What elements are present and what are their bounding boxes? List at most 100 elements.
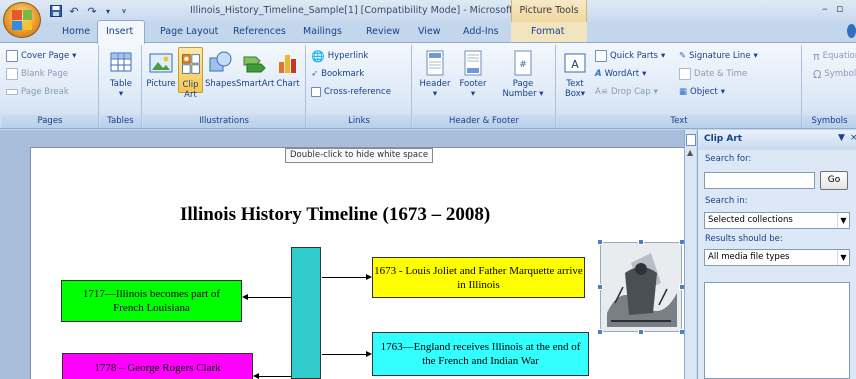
clip-art-pane-icon	[686, 134, 696, 146]
window-title: Illinois_History_Timeline_Sample[1] [Com…	[190, 5, 541, 16]
office-logo-icon	[12, 10, 32, 30]
group-illustrations: Picture Clip Art Shapes SmartArt Chart Il…	[143, 45, 306, 128]
blank-page-button[interactable]: Blank Page	[6, 67, 68, 81]
page-break-button[interactable]: Page Break	[6, 85, 69, 99]
symbol-button[interactable]: Ω Symbol	[813, 67, 856, 81]
hyperlink-icon: 🌐	[311, 49, 325, 63]
bookmark-icon: ➶	[311, 69, 319, 79]
date-time-button[interactable]: Date & Time	[679, 67, 747, 81]
arrow-line-1778	[259, 376, 291, 377]
date-time-icon	[679, 68, 691, 80]
clip-art-pane-header: Clip Art ▼ ×	[686, 130, 856, 150]
group-label-tables: Tables	[100, 115, 141, 128]
group-links: 🌐 Hyperlink ➶ Bookmark Cross-reference Lin…	[307, 45, 412, 128]
resize-handle[interactable]	[597, 284, 603, 290]
bookmark-button[interactable]: ➶ Bookmark	[311, 67, 364, 81]
tab-page-layout[interactable]: Page Layout	[160, 26, 218, 37]
undo-icon[interactable]: ↶	[66, 3, 82, 19]
media-type-select[interactable]: All media file types ▼	[704, 249, 850, 266]
text-box-icon: A	[564, 53, 586, 73]
arrowhead-1778	[253, 373, 259, 379]
picture-icon	[149, 53, 173, 73]
group-pages: Cover Page ▾ Blank Page Page Break Pages	[2, 45, 99, 128]
shapes-button[interactable]: Shapes	[205, 49, 236, 89]
signature-line-button[interactable]: ✎ Signature Line ▾	[679, 49, 758, 63]
group-label-pages: Pages	[2, 115, 98, 128]
event-1778-box[interactable]: 1778 – George Rogers Clark	[62, 353, 253, 379]
explorer-engraving-image	[601, 243, 681, 331]
minimize-button[interactable]: –	[822, 2, 828, 15]
wordart-icon: A	[595, 69, 602, 79]
document-page[interactable]	[30, 147, 690, 379]
cover-page-button[interactable]: Cover Page ▾	[6, 49, 76, 63]
tab-review[interactable]: Review	[366, 26, 400, 37]
tab-view[interactable]: View	[418, 26, 441, 37]
document-title[interactable]: Illinois History Timeline (1673 – 2008)	[180, 204, 490, 226]
vertical-ruler: ▬ ▲	[684, 130, 696, 379]
page-number-button[interactable]: # Page Number ▾	[495, 49, 551, 99]
resize-handle[interactable]	[638, 329, 644, 335]
equation-button[interactable]: πEquation	[813, 49, 856, 63]
header-button[interactable]: Header ▾	[417, 49, 453, 99]
maximize-button[interactable]: ▫	[836, 2, 843, 15]
search-for-label: Search for:	[705, 154, 752, 164]
help-icon[interactable]	[847, 24, 856, 38]
cover-page-icon	[6, 50, 18, 62]
results-should-be-label: Results should be:	[705, 234, 783, 244]
chart-button[interactable]: Chart	[273, 49, 303, 89]
pane-options-icon[interactable]: ▼	[838, 133, 845, 143]
pane-close-icon[interactable]: ×	[850, 133, 856, 143]
tab-mailings[interactable]: Mailings	[303, 26, 342, 37]
footer-button[interactable]: Footer ▾	[455, 49, 491, 99]
save-icon[interactable]	[48, 3, 64, 19]
go-button[interactable]: Go	[820, 171, 848, 190]
search-in-value: Selected collections	[708, 215, 793, 225]
clip-art-button[interactable]: Clip Art	[178, 47, 203, 100]
group-header-footer: Header ▾ Footer ▾ # Page Number ▾ Header & …	[413, 45, 556, 128]
group-label-text: Text	[557, 115, 801, 128]
dropdown-arrow-icon[interactable]: ▼	[837, 250, 849, 265]
group-label-header-footer: Header & Footer	[413, 115, 555, 128]
search-in-select[interactable]: Selected collections ▼	[704, 212, 850, 229]
dropdown-arrow-icon[interactable]: ▼	[837, 213, 849, 228]
text-box-button[interactable]: A Text Box▾	[560, 49, 590, 99]
tab-format[interactable]: Format	[531, 26, 564, 37]
clip-art-picture[interactable]	[597, 239, 685, 335]
resize-handle[interactable]	[597, 239, 603, 245]
smartart-button[interactable]: SmartArt	[236, 49, 274, 89]
picture-button[interactable]: Picture	[146, 49, 176, 89]
event-1763-box[interactable]: 1763—England receives Illinois at the en…	[372, 332, 589, 376]
customize-qat-icon[interactable]: ⩛	[116, 3, 132, 19]
redo-icon[interactable]: ↷	[84, 3, 100, 19]
clip-art-pane-title: Clip Art	[704, 134, 743, 144]
page-break-icon	[6, 89, 18, 95]
quick-parts-button[interactable]: Quick Parts ▾	[595, 49, 665, 63]
wordart-button[interactable]: A WordArt ▾	[595, 67, 646, 81]
clip-art-search-input[interactable]	[704, 172, 815, 189]
clip-art-results-list[interactable]	[704, 282, 850, 379]
group-label-illustrations: Illustrations	[143, 115, 305, 128]
scroll-up-icon[interactable]: ▲	[687, 148, 693, 157]
ribbon: Cover Page ▾ Blank Page Page Break Pages …	[0, 42, 856, 129]
tab-references[interactable]: References	[233, 26, 286, 37]
arrow-line-1763	[322, 354, 366, 355]
group-label-links: Links	[307, 115, 411, 128]
resize-handle[interactable]	[597, 329, 603, 335]
hyperlink-button[interactable]: 🌐 Hyperlink	[311, 49, 368, 63]
tab-add-ins[interactable]: Add-Ins	[463, 26, 499, 37]
group-symbols: πEquation ΩSymbol Symbols	[803, 45, 856, 128]
svg-text:A: A	[571, 58, 579, 71]
resize-handle[interactable]	[638, 239, 644, 245]
arrow-line-1717	[248, 297, 291, 298]
cross-reference-button[interactable]: Cross-reference	[311, 85, 391, 99]
office-button[interactable]	[3, 2, 41, 38]
table-button[interactable]: Table ▾	[105, 49, 137, 99]
timeline-trunk[interactable]	[291, 247, 321, 379]
event-1717-box[interactable]: 1717—Illinois becomes part of French Lou…	[61, 280, 242, 322]
object-button[interactable]: ▦ Object ▾	[679, 85, 725, 99]
drop-cap-button[interactable]: A≡ Drop Cap ▾	[595, 85, 658, 99]
qat-dropdown-icon[interactable]: ▾	[100, 3, 116, 19]
tab-home[interactable]: Home	[62, 26, 90, 37]
event-1673-box[interactable]: 1673 - Louis Joliet and Father Marquette…	[372, 257, 585, 298]
tab-insert[interactable]: Insert	[106, 26, 133, 37]
